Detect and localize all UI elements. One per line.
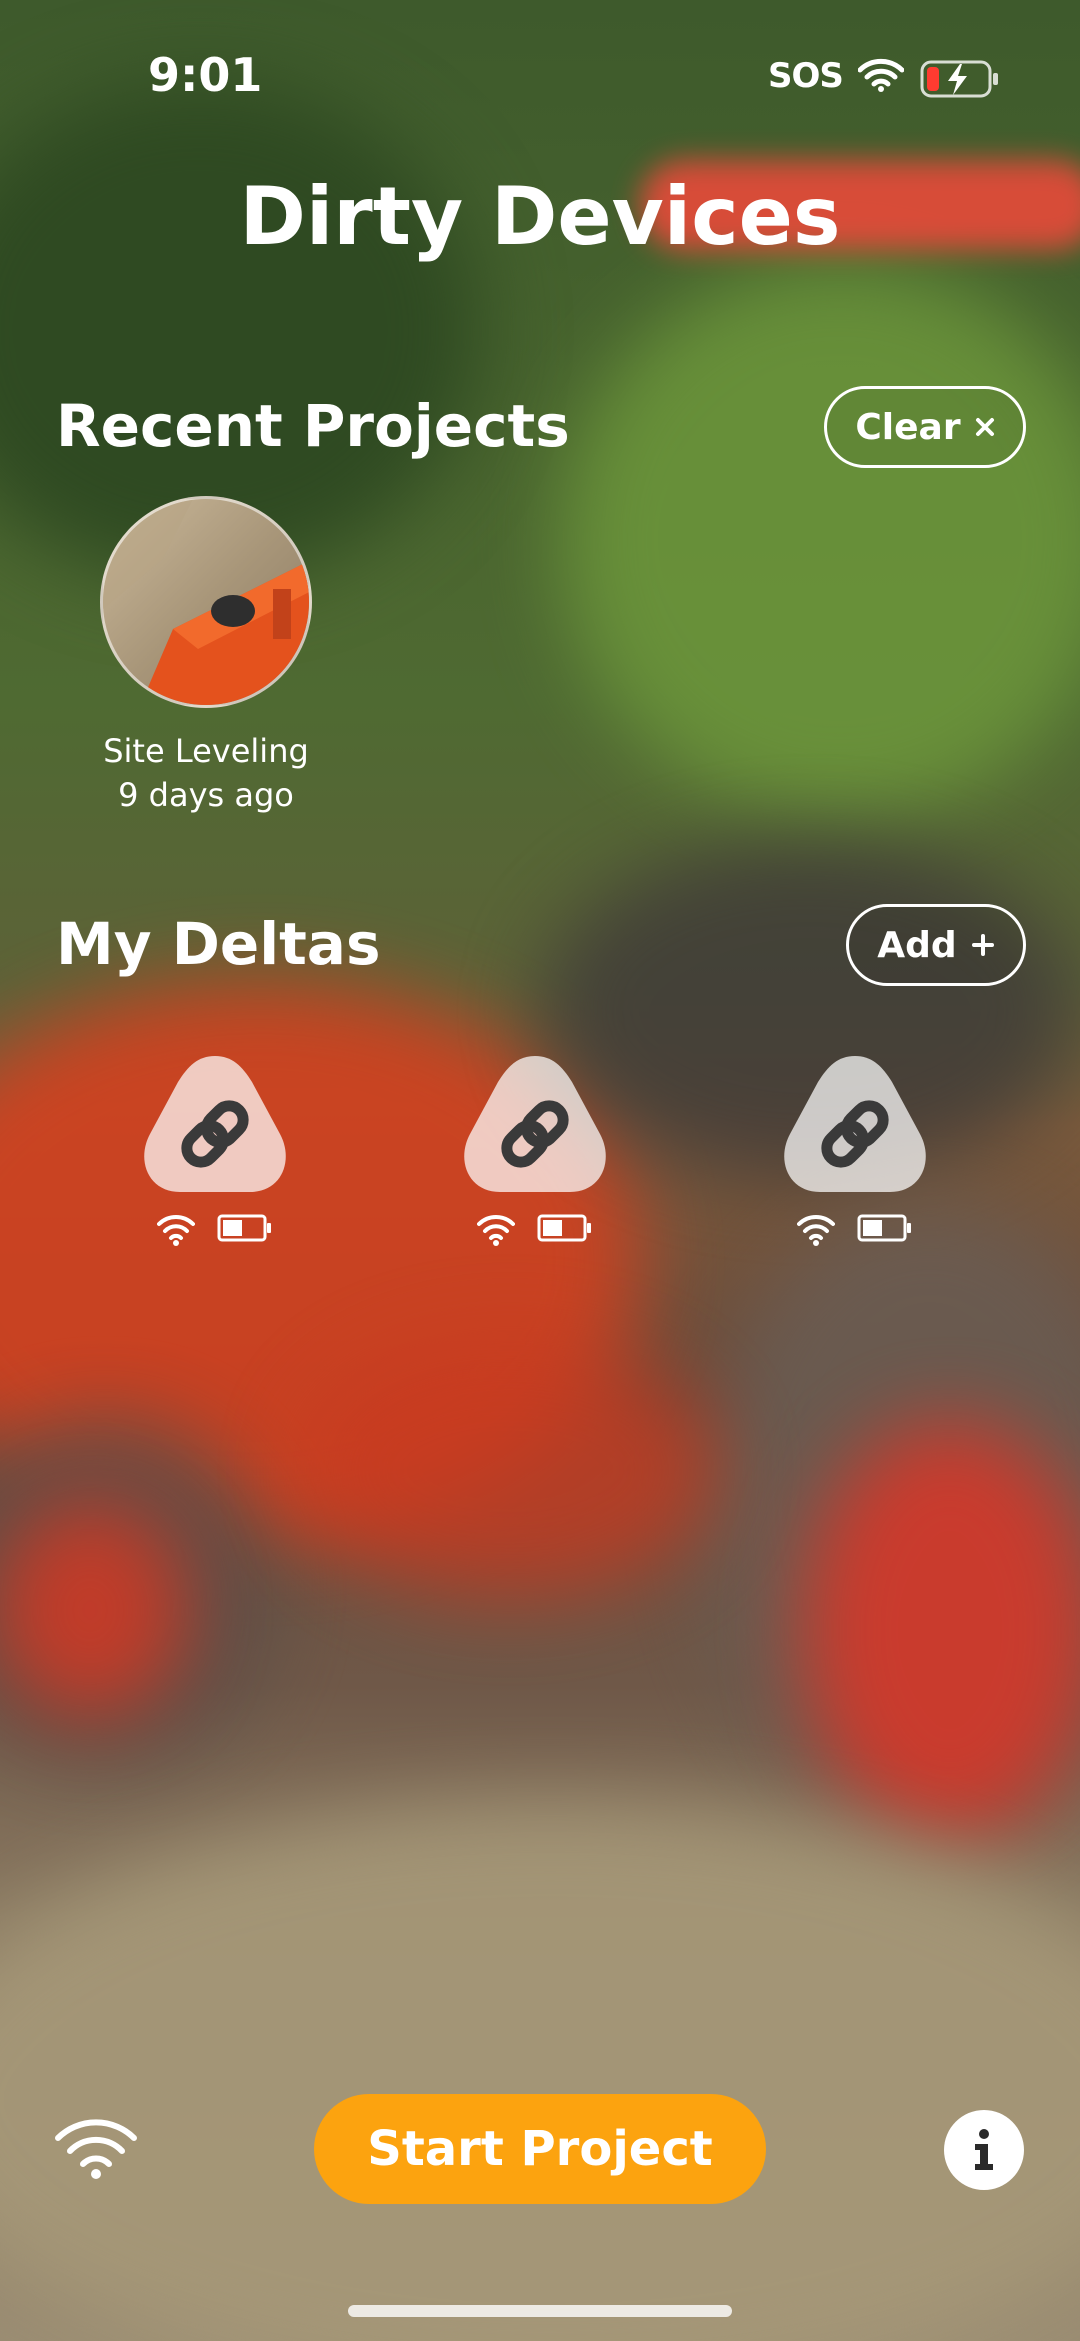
project-name: Site Leveling [103,732,309,770]
clear-label: Clear [855,406,961,448]
wifi-status-icon [858,58,904,92]
battery-icon [857,1214,911,1242]
status-bar: 9:01 SOS [0,0,1080,150]
battery-charging-icon [920,60,998,98]
info-icon [975,2129,993,2170]
plus-icon [971,934,994,956]
wifi-icon [797,1214,835,1246]
add-button[interactable]: Add [846,904,1026,986]
status-time: 9:01 [148,48,263,102]
link-icon [144,1056,286,1192]
delta-device-2[interactable] [460,1052,610,1246]
project-date: 9 days ago [118,776,294,814]
add-label: Add [877,924,957,966]
link-icon [464,1056,606,1192]
project-card[interactable]: Site Leveling 9 days ago [56,496,356,814]
close-icon [975,418,994,436]
project-thumbnail [100,496,312,708]
wifi-icon [477,1214,515,1246]
wifi-icon [157,1214,195,1246]
link-icon [784,1056,926,1192]
app-title: Dirty Devices [239,170,841,263]
recent-projects-heading: Recent Projects [56,392,570,460]
home-indicator[interactable] [348,2305,732,2317]
start-project-button[interactable]: Start Project [314,2094,766,2204]
battery-icon [217,1214,271,1242]
delta-device-1[interactable] [140,1052,290,1246]
info-button[interactable] [944,2110,1024,2190]
wifi-icon[interactable] [54,2116,138,2180]
delta-device-3[interactable] [780,1052,930,1246]
my-deltas-heading: My Deltas [56,910,381,978]
clear-button[interactable]: Clear [824,386,1026,468]
status-carrier: SOS [768,56,844,96]
battery-icon [537,1214,591,1242]
